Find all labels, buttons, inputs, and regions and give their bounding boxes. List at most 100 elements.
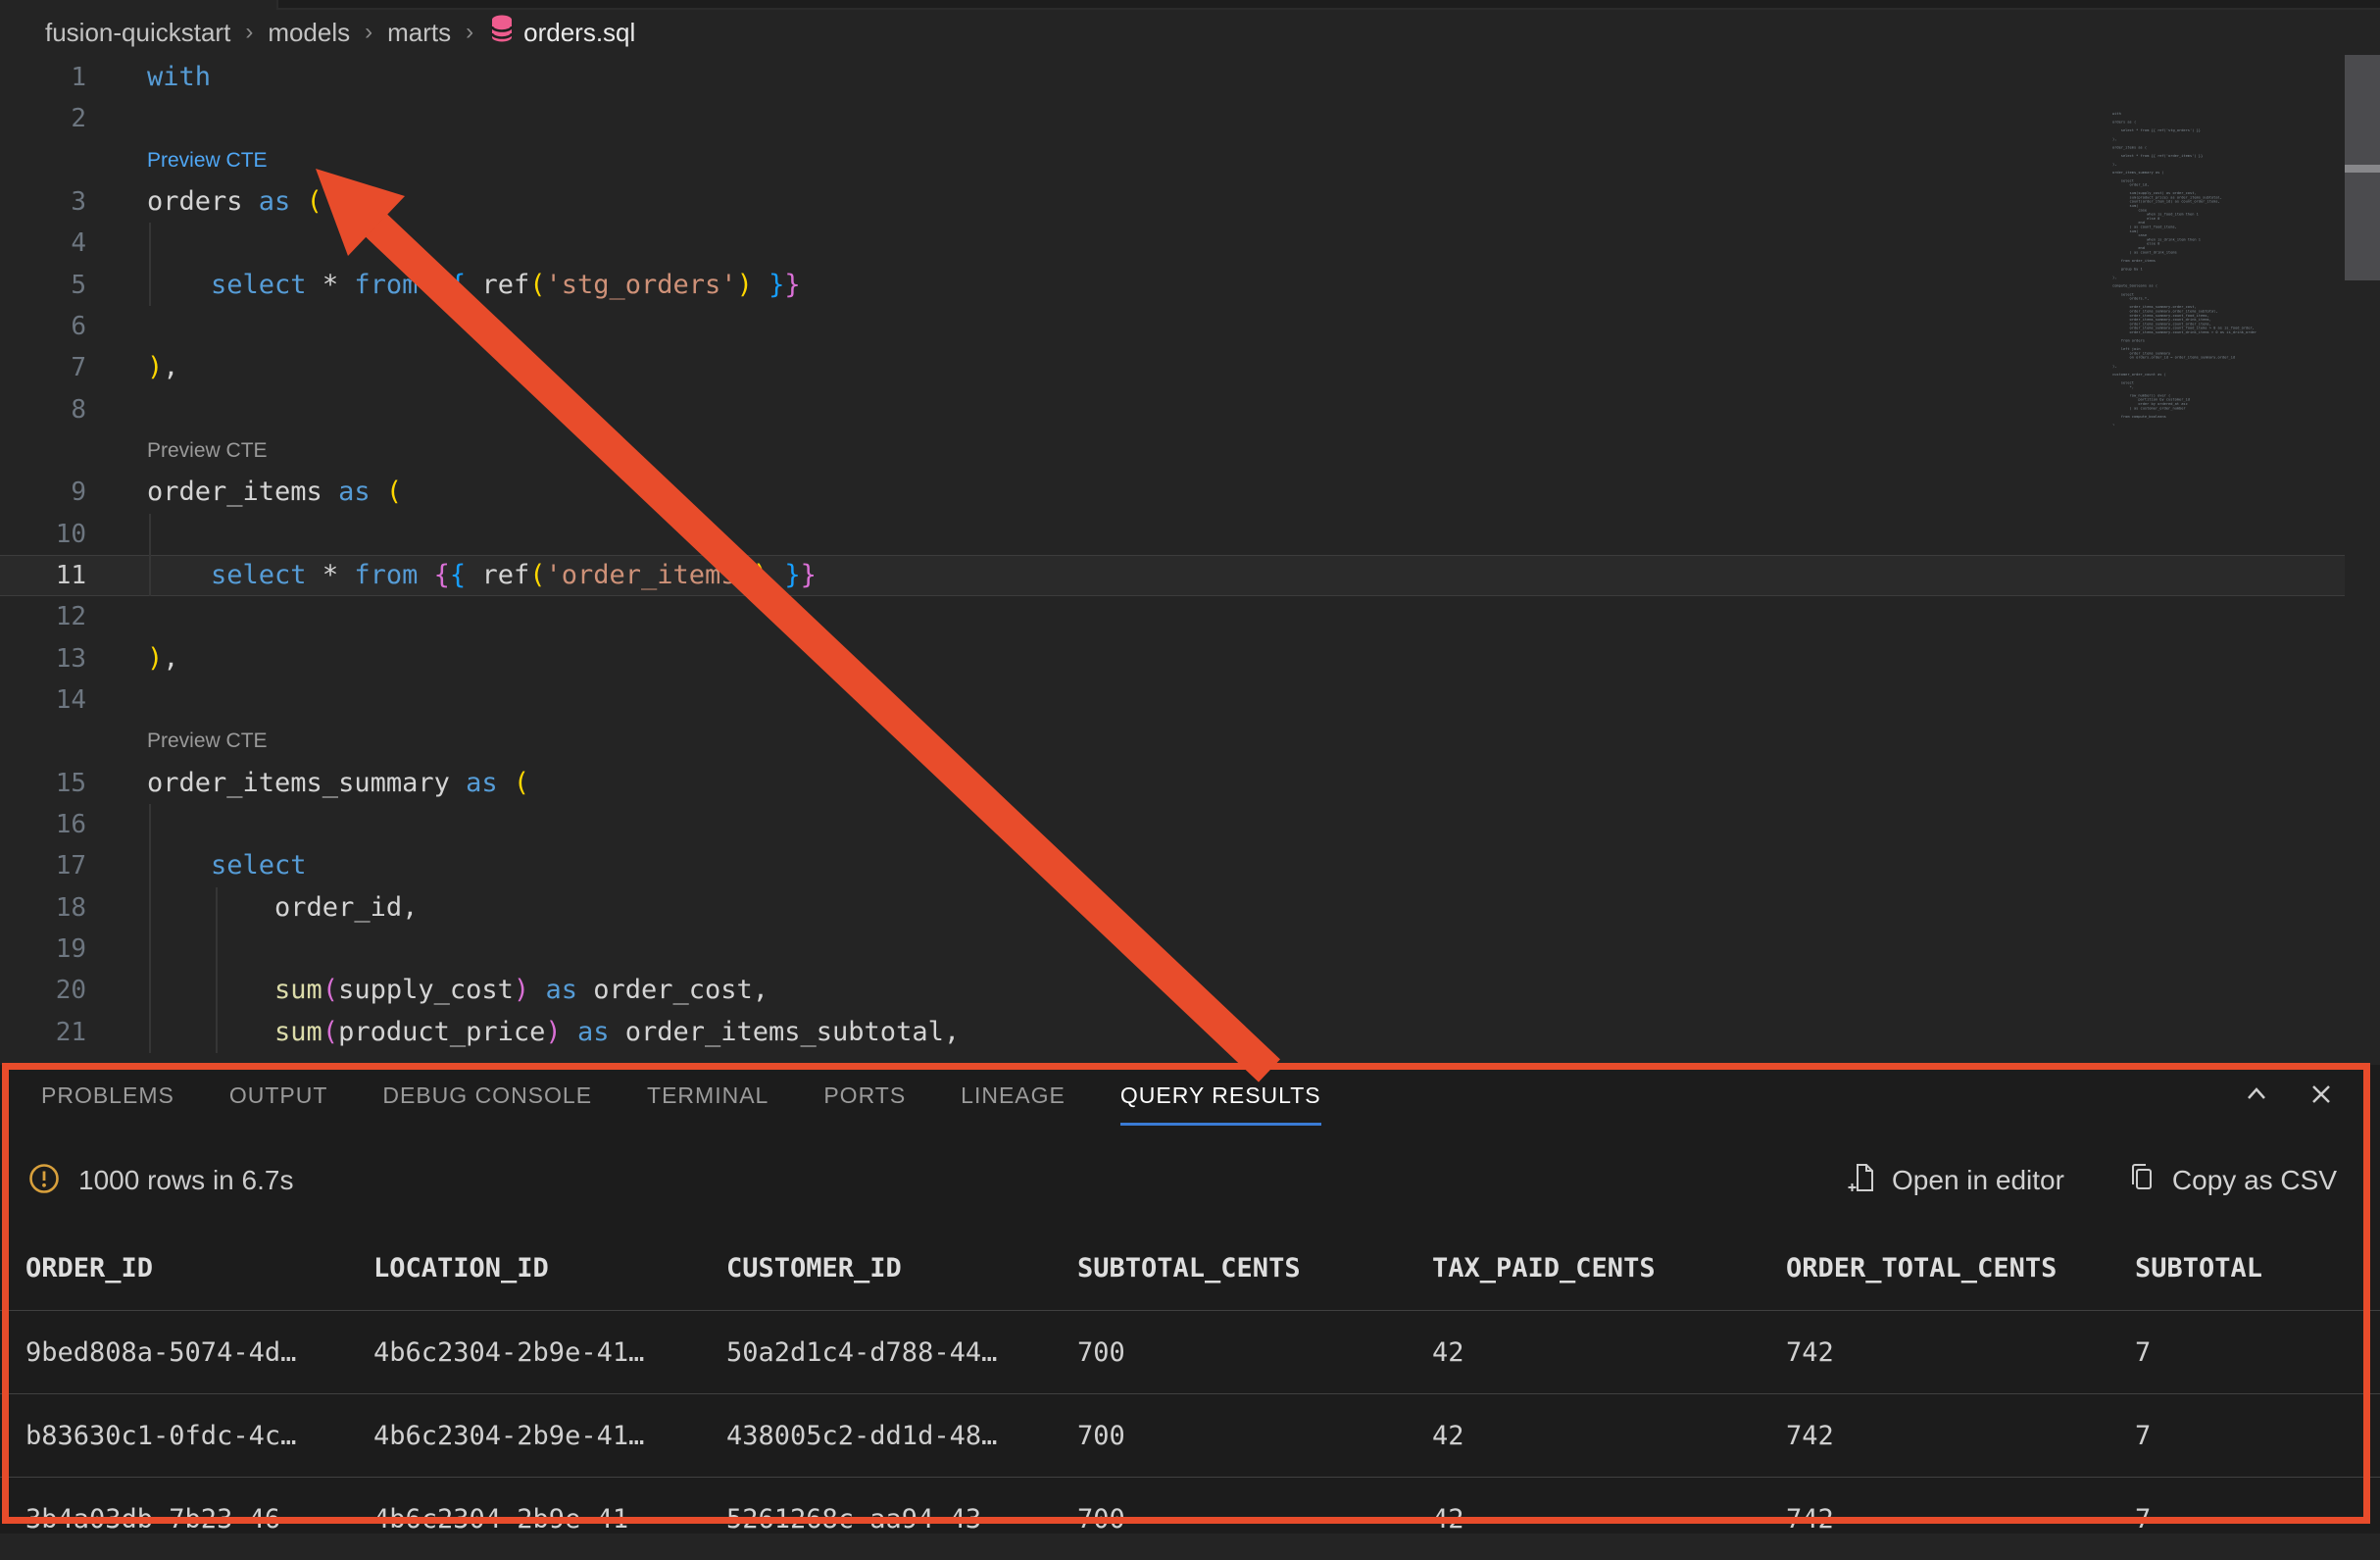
table-cell: b83630c1-0fdc-4c… — [25, 1421, 373, 1451]
code-text: order_id, — [147, 887, 418, 929]
results-statusbar: 1000 rows in 6.7s Open in editor — [0, 1137, 2380, 1224]
code-line: 19 — [0, 929, 2345, 970]
table-cell: 700 — [1077, 1504, 1432, 1535]
tab-terminal[interactable]: TERMINAL — [647, 1082, 769, 1126]
line-number: 16 — [0, 804, 86, 845]
tab-query-results[interactable]: QUERY RESULTS — [1120, 1082, 1321, 1126]
code-line: 15order_items_summary as ( — [0, 763, 2345, 804]
code-text: orders as ( — [147, 181, 322, 223]
code-text: ), — [147, 638, 179, 679]
breadcrumb-project[interactable]: fusion-quickstart — [45, 18, 230, 48]
indent-guide — [149, 929, 151, 970]
line-number: 18 — [0, 887, 86, 929]
line-number: 1 — [0, 57, 86, 98]
table-cell: 700 — [1077, 1421, 1432, 1451]
table-header-row: ORDER_IDLOCATION_IDCUSTOMER_IDSUBTOTAL_C… — [0, 1226, 2380, 1310]
column-header: ORDER_TOTAL_CENTS — [1786, 1253, 2135, 1283]
open-in-editor-button[interactable]: Open in editor — [1847, 1162, 2064, 1200]
line-number: 8 — [0, 389, 86, 430]
table-cell: 50a2d1c4-d788-44… — [726, 1337, 1077, 1368]
table-cell: 742 — [1786, 1504, 2135, 1535]
table-cell: 42 — [1432, 1337, 1786, 1368]
line-number: 20 — [0, 970, 86, 1011]
code-line: 17 select — [0, 845, 2345, 886]
code-line: 20 sum(supply_cost) as order_cost, — [0, 970, 2345, 1011]
line-number: 13 — [0, 638, 86, 679]
line-number: 17 — [0, 845, 86, 886]
table-cell: 4b6c2304-2b9e-41 — [373, 1504, 726, 1535]
line-number: 21 — [0, 1012, 86, 1053]
table-row[interactable]: b83630c1-0fdc-4c…4b6c2304-2b9e-41…438005… — [0, 1393, 2380, 1477]
code-line: 13), — [0, 638, 2345, 679]
table-cell: 5261268c-aa94-43 — [726, 1504, 1077, 1535]
code-line: 9order_items as ( — [0, 472, 2345, 513]
line-number: 2 — [0, 98, 86, 139]
tab-debug-console[interactable]: DEBUG CONSOLE — [382, 1082, 592, 1126]
column-header: LOCATION_ID — [373, 1253, 726, 1283]
table-row[interactable]: 9bed808a-5074-4d…4b6c2304-2b9e-41…50a2d1… — [0, 1310, 2380, 1393]
close-icon[interactable] — [2306, 1079, 2337, 1110]
code-text: sum(supply_cost) as order_cost, — [147, 970, 769, 1011]
line-number: 14 — [0, 679, 86, 721]
code-line: 14 — [0, 679, 2345, 721]
scrollbar-visible-band — [2345, 165, 2380, 173]
panel-tabs: PROBLEMS OUTPUT DEBUG CONSOLE TERMINAL PORTS… — [41, 1082, 1321, 1126]
line-number: 3 — [0, 181, 86, 223]
code-text: sum(product_price) as order_items_subtot… — [147, 1012, 960, 1053]
tab-lineage[interactable]: LINEAGE — [961, 1082, 1066, 1126]
breadcrumb: fusion-quickstart › models › marts › ord… — [0, 10, 2380, 55]
code-text: order_items as ( — [147, 472, 402, 513]
code-line: 7), — [0, 347, 2345, 388]
column-header: TAX_PAID_CENTS — [1432, 1253, 1786, 1283]
chevron-up-icon[interactable] — [2241, 1079, 2272, 1110]
breadcrumb-filename[interactable]: orders.sql — [523, 18, 635, 48]
breadcrumb-separator: › — [466, 19, 473, 46]
column-header: ORDER_ID — [25, 1253, 373, 1283]
table-cell: 7 — [2135, 1337, 2380, 1368]
line-number: 5 — [0, 265, 86, 306]
active-tab-strip — [0, 0, 278, 10]
breadcrumb-separator: › — [245, 19, 253, 46]
table-cell: 7 — [2135, 1421, 2380, 1451]
warning-icon — [27, 1162, 61, 1200]
code-lens-row: Preview CTE — [0, 430, 2345, 472]
breadcrumb-models[interactable]: models — [268, 18, 350, 48]
code-text: ), — [147, 347, 179, 388]
line-number: 11 — [0, 555, 86, 596]
copy-as-csv-label: Copy as CSV — [2172, 1165, 2337, 1196]
new-file-icon — [1847, 1162, 1876, 1200]
line-number: 10 — [0, 514, 86, 555]
indent-guide — [149, 804, 151, 845]
column-header: SUBTOTAL — [2135, 1253, 2380, 1283]
table-cell: 438005c2-dd1d-48… — [726, 1421, 1077, 1451]
line-number: 15 — [0, 763, 86, 804]
bottom-panel: PROBLEMS OUTPUT DEBUG CONSOLE TERMINAL PORTS… — [0, 1065, 2380, 1534]
tab-ports[interactable]: PORTS — [823, 1082, 906, 1126]
preview-cte-lens[interactable]: Preview CTE — [147, 140, 268, 181]
column-header: SUBTOTAL_CENTS — [1077, 1253, 1432, 1283]
open-in-editor-label: Open in editor — [1892, 1165, 2064, 1196]
minimap[interactable]: with orders as ( select * from {{ ref('s… — [2112, 112, 2289, 426]
table-cell: 42 — [1432, 1504, 1786, 1535]
copy-as-csv-button[interactable]: Copy as CSV — [2127, 1162, 2337, 1200]
code-line: 11 select * from {{ ref('order_items') }… — [0, 555, 2345, 596]
code-text: select * from {{ ref('order_items') }} — [147, 555, 817, 596]
table-cell: 3b4a03db-7b23-46 — [25, 1504, 373, 1535]
code-lens-row: Preview CTE — [0, 721, 2345, 762]
preview-cte-lens[interactable]: Preview CTE — [147, 430, 268, 472]
tab-output[interactable]: OUTPUT — [229, 1082, 328, 1126]
tab-problems[interactable]: PROBLEMS — [41, 1082, 174, 1126]
code-editor[interactable]: 1with2Preview CTE3orders as (45 select *… — [0, 55, 2380, 1063]
line-number: 4 — [0, 223, 86, 264]
minimap-code: with orders as ( select * from {{ ref('s… — [2112, 112, 2184, 426]
indent-guide — [149, 514, 151, 555]
preview-cte-lens[interactable]: Preview CTE — [147, 721, 268, 762]
table-row[interactable]: 3b4a03db-7b23-464b6c2304-2b9e-415261268c… — [0, 1477, 2380, 1560]
code-line: 16 — [0, 804, 2345, 845]
line-number: 6 — [0, 306, 86, 347]
indent-guide — [149, 223, 151, 264]
breadcrumb-separator: › — [365, 19, 372, 46]
database-icon — [490, 15, 514, 50]
code-line: 10 — [0, 514, 2345, 555]
breadcrumb-marts[interactable]: marts — [387, 18, 451, 48]
